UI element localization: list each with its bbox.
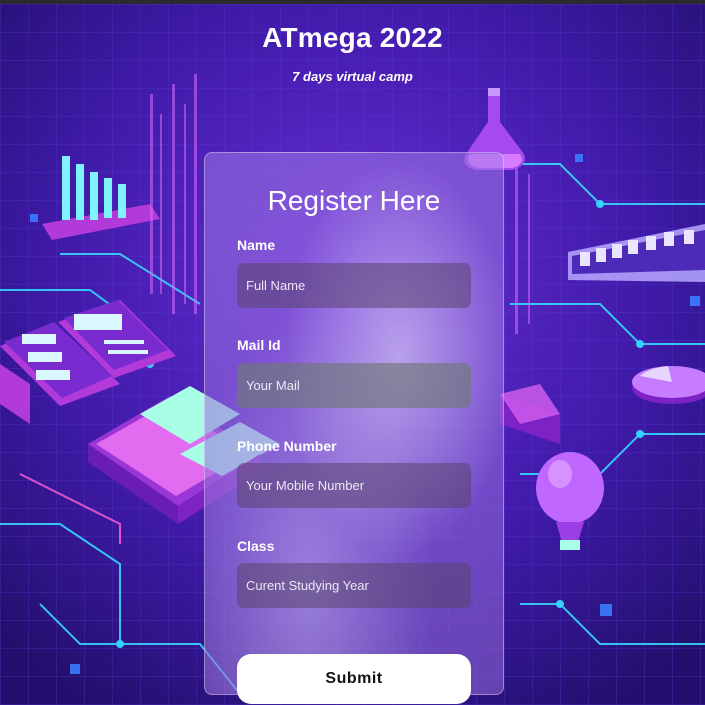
page-title: ATmega 2022 bbox=[262, 22, 443, 53]
class-input[interactable] bbox=[237, 563, 471, 608]
name-input[interactable] bbox=[237, 263, 471, 308]
name-label: Name bbox=[237, 237, 276, 253]
registration-form-card: Register Here Name Mail Id Phone Number … bbox=[204, 152, 504, 704]
phone-label: Phone Number bbox=[237, 438, 337, 454]
form-title: Register Here bbox=[267, 185, 441, 216]
mail-label: Mail Id bbox=[237, 337, 281, 353]
page-subtitle: 7 days virtual camp bbox=[292, 69, 413, 84]
submit-button[interactable]: Submit bbox=[237, 654, 471, 704]
mail-input[interactable] bbox=[237, 363, 471, 408]
class-label: Class bbox=[237, 538, 275, 554]
registration-page: ATmega 2022 7 days virtual camp Register… bbox=[0, 0, 705, 705]
phone-input[interactable] bbox=[237, 463, 471, 508]
